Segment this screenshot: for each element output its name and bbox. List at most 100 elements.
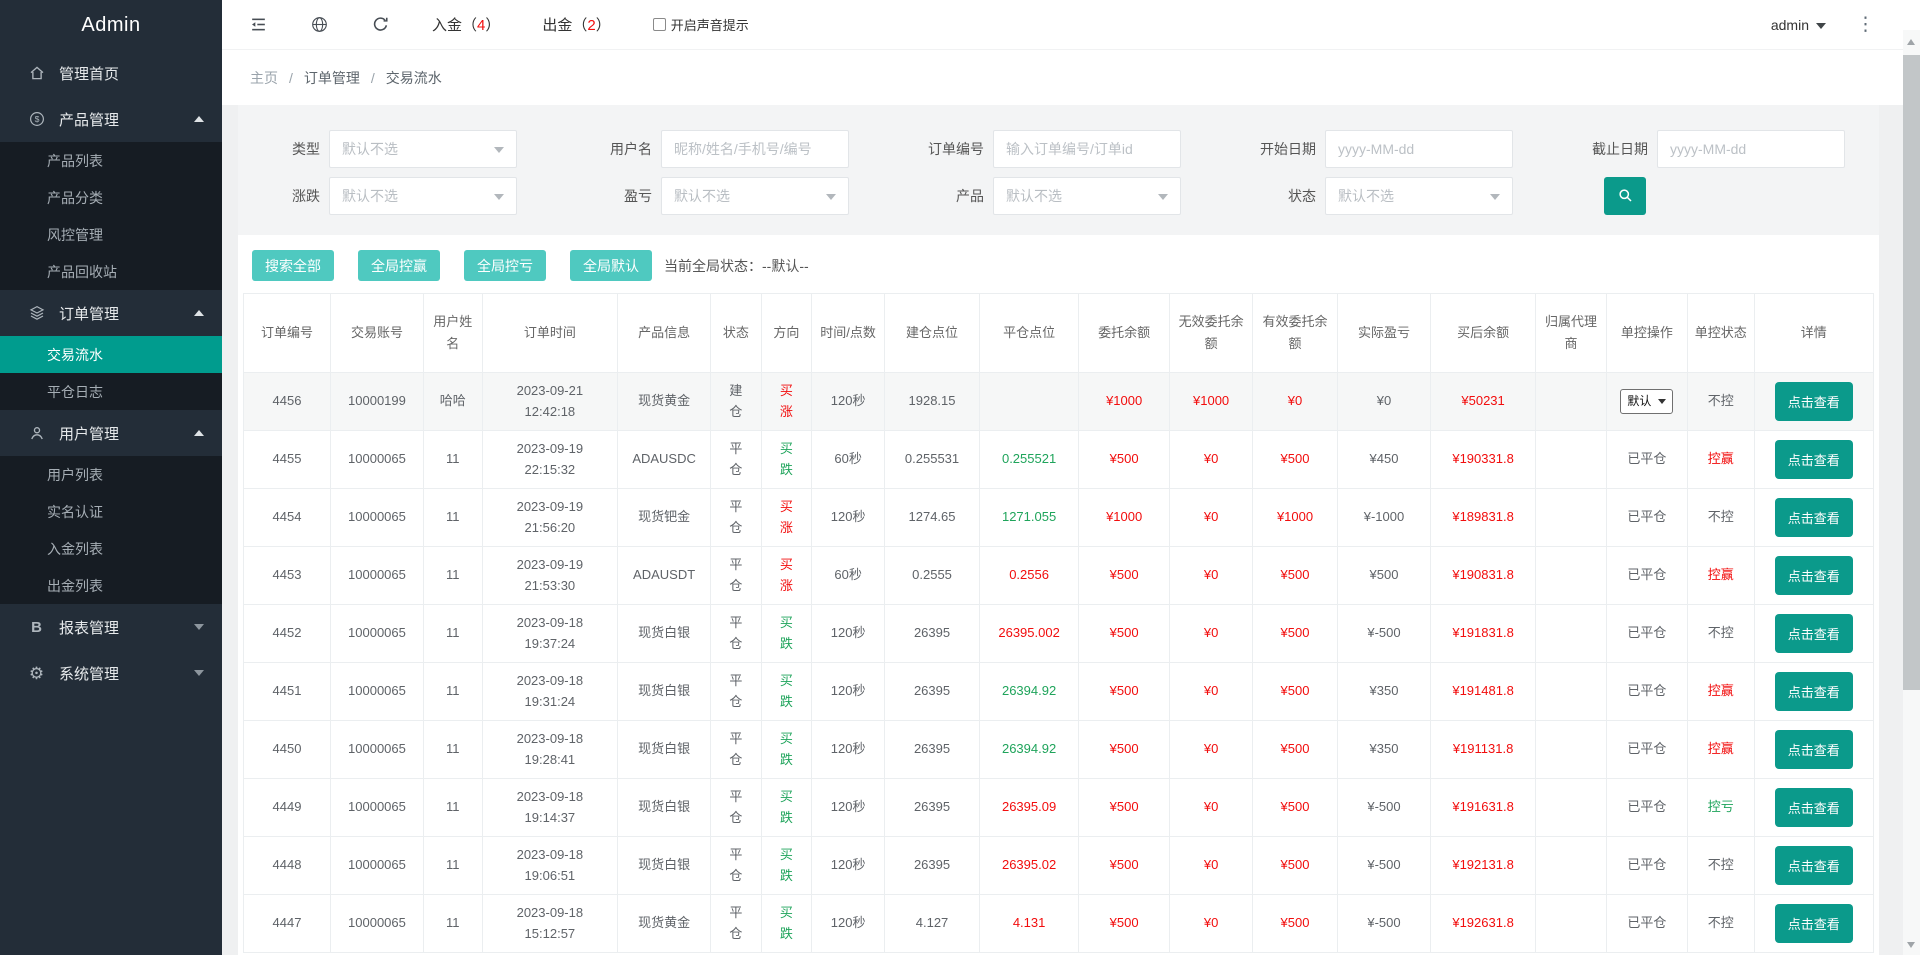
cell-entrust-balance: ¥500 (1079, 721, 1170, 779)
deposit-link[interactable]: 入金（4） (432, 14, 500, 35)
cell-order-time: 2023-09-1921:53:30 (482, 547, 617, 605)
cell-open-price: 1274.65 (885, 489, 980, 547)
cell-control-status: 不控 (1687, 605, 1754, 663)
table-row: 445210000065112023-09-1819:37:24现货白银平仓买跌… (244, 605, 1874, 663)
cell-product: 现货黄金 (618, 373, 711, 431)
cell-valid-entrust: ¥500 (1253, 663, 1338, 721)
sidebar-item-user-list[interactable]: 用户列表 (0, 456, 222, 493)
control-mode-select[interactable]: 默认 (1620, 389, 1673, 414)
sidebar-item-trade-flow[interactable]: 交易流水 (0, 336, 222, 373)
sidebar-item-dashboard[interactable]: 管理首页 (0, 50, 222, 96)
cell-actual-profit: ¥-500 (1337, 837, 1430, 895)
start-date-filter[interactable] (1338, 131, 1500, 167)
filter-label: 类型 (238, 139, 320, 159)
profit-filter[interactable]: 默认不选 (661, 177, 849, 215)
scrollbar-thumb[interactable] (1903, 55, 1920, 690)
view-detail-button[interactable]: 点击查看 (1775, 556, 1853, 595)
product-filter[interactable]: 默认不选 (993, 177, 1181, 215)
status-filter[interactable]: 默认不选 (1325, 177, 1513, 215)
breadcrumb-separator: / (371, 70, 375, 86)
table-row: 445110000065112023-09-1819:31:24现货白银平仓买跌… (244, 663, 1874, 721)
view-detail-button[interactable]: 点击查看 (1775, 904, 1853, 943)
cell-product: 现货钯金 (618, 489, 711, 547)
global-default-button[interactable]: 全局默认 (570, 250, 652, 281)
sidebar-item-product-management[interactable]: $产品管理 (0, 96, 222, 142)
cell-detail: 点击查看 (1754, 431, 1873, 489)
cell-control-op: 已平仓 (1606, 489, 1687, 547)
chevron-down-icon (1816, 23, 1826, 29)
sidebar-item-label: 入金列表 (47, 539, 103, 559)
sidebar-item-withdraw-list[interactable]: 出金列表 (0, 567, 222, 604)
sidebar-item-user-management[interactable]: 用户管理 (0, 410, 222, 456)
view-detail-button[interactable]: 点击查看 (1775, 788, 1853, 827)
cell-invalid-entrust: ¥0 (1170, 547, 1253, 605)
sidebar-item-label: 风控管理 (47, 225, 103, 245)
vertical-scrollbar[interactable] (1903, 30, 1920, 955)
cell-balance-after: ¥189831.8 (1431, 489, 1536, 547)
more-vertical-icon[interactable]: ⋮ (1856, 15, 1875, 34)
select-placeholder: 默认不选 (1006, 186, 1062, 206)
sidebar-item-order-management[interactable]: 订单管理 (0, 290, 222, 336)
cell-detail: 点击查看 (1754, 489, 1873, 547)
type-filter[interactable]: 默认不选 (329, 130, 517, 168)
cell-agent (1536, 779, 1607, 837)
refresh-icon[interactable] (371, 15, 390, 34)
filter-label: 产品 (902, 186, 984, 206)
withdraw-link[interactable]: 出金（2） (542, 14, 610, 35)
sound-checkbox[interactable] (653, 18, 666, 31)
sidebar-item-product-recycle[interactable]: 产品回收站 (0, 253, 222, 290)
sidebar-item-report-management[interactable]: B报表管理 (0, 604, 222, 650)
breadcrumb-separator: / (289, 70, 293, 86)
cell-actual-profit: ¥350 (1337, 721, 1430, 779)
sidebar-item-product-list[interactable]: 产品列表 (0, 142, 222, 179)
view-detail-button[interactable]: 点击查看 (1775, 614, 1853, 653)
breadcrumb-item[interactable]: 订单管理 (304, 68, 360, 88)
view-detail-button[interactable]: 点击查看 (1775, 382, 1853, 421)
table-row: 445010000065112023-09-1819:28:41现货白银平仓买跌… (244, 721, 1874, 779)
view-detail-button[interactable]: 点击查看 (1775, 498, 1853, 537)
cell-product: ADAUSDT (618, 547, 711, 605)
trend-filter[interactable]: 默认不选 (329, 177, 517, 215)
globe-icon[interactable] (310, 15, 329, 34)
cell-valid-entrust: ¥500 (1253, 721, 1338, 779)
sidebar-item-deposit-list[interactable]: 入金列表 (0, 530, 222, 567)
sound-alert-toggle[interactable]: 开启声音提示 (653, 15, 749, 34)
column-header: 时间/点数 (812, 294, 885, 373)
sidebar-item-system-management[interactable]: ⚙系统管理 (0, 650, 222, 696)
user-menu[interactable]: admin (1771, 17, 1826, 33)
cell-actual-profit: ¥-500 (1337, 605, 1430, 663)
view-detail-button[interactable]: 点击查看 (1775, 730, 1853, 769)
end-date-filter[interactable] (1670, 131, 1832, 167)
sidebar-item-real-name-auth[interactable]: 实名认证 (0, 493, 222, 530)
cell-actual-profit: ¥350 (1337, 663, 1430, 721)
scroll-down-arrow-icon[interactable] (1907, 942, 1915, 948)
global-win-button[interactable]: 全局控赢 (358, 250, 440, 281)
breadcrumb-item[interactable]: 交易流水 (386, 68, 442, 88)
collapse-menu-icon[interactable] (249, 15, 268, 34)
sidebar-item-close-log[interactable]: 平仓日志 (0, 373, 222, 410)
view-detail-button[interactable]: 点击查看 (1775, 672, 1853, 711)
breadcrumb-item[interactable]: 主页 (250, 68, 278, 88)
view-detail-button[interactable]: 点击查看 (1775, 846, 1853, 885)
cell-entrust-balance: ¥500 (1079, 605, 1170, 663)
cell-actual-profit: ¥-500 (1337, 895, 1430, 953)
cell-order-time: 2023-09-2112:42:18 (482, 373, 617, 431)
view-detail-button[interactable]: 点击查看 (1775, 440, 1853, 479)
column-header: 无效委托余额 (1170, 294, 1253, 373)
sidebar-item-risk-control[interactable]: 风控管理 (0, 216, 222, 253)
cell-status: 平仓 (711, 721, 762, 779)
search-all-button[interactable]: 搜索全部 (252, 250, 334, 281)
filter-field (661, 130, 849, 168)
sidebar-item-product-category[interactable]: 产品分类 (0, 179, 222, 216)
scroll-up-arrow-icon[interactable] (1907, 39, 1915, 45)
cell-valid-entrust: ¥500 (1253, 431, 1338, 489)
column-header: 单控状态 (1687, 294, 1754, 373)
cell-close-price: 26395.09 (980, 779, 1079, 837)
global-lose-button[interactable]: 全局控亏 (464, 250, 546, 281)
search-button[interactable] (1604, 177, 1646, 215)
cell-control-status: 不控 (1687, 489, 1754, 547)
filter-label: 状态 (1234, 186, 1316, 206)
cell-duration: 60秒 (812, 431, 885, 489)
username-filter[interactable] (674, 131, 836, 167)
order-no-filter[interactable] (1006, 131, 1168, 167)
